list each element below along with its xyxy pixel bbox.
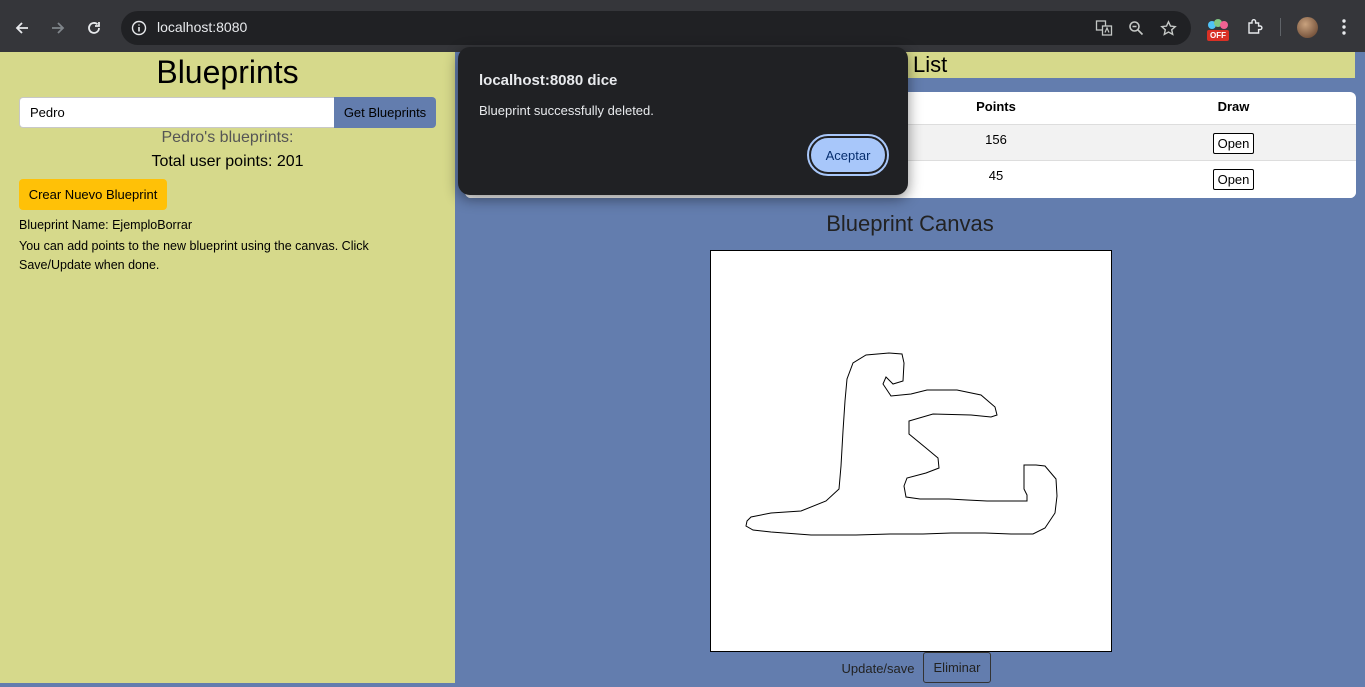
author-input[interactable] — [19, 97, 335, 128]
total-points-label: Total user points: 201 — [151, 153, 304, 170]
column-header-draw: Draw — [1217, 99, 1250, 114]
zoom-icon[interactable] — [1126, 18, 1146, 38]
browser-toolbar: localhost:8080 OFF — [0, 0, 1365, 52]
toolbar-divider — [1280, 18, 1281, 36]
translate-icon[interactable] — [1094, 18, 1114, 38]
open-blueprint-button[interactable]: Open — [1213, 169, 1254, 190]
arrow-left-icon — [15, 22, 28, 34]
kebab-menu-icon[interactable] — [1331, 14, 1357, 40]
dialog-message: Blueprint successfully deleted. — [479, 103, 654, 118]
blueprint-drawing — [745, 352, 1058, 536]
blueprint-canvas[interactable] — [710, 250, 1112, 652]
column-header-points: Points — [976, 99, 1016, 114]
blueprint-name-label: Blueprint Name: EjemploBorrar — [19, 218, 192, 232]
create-blueprint-button[interactable]: Crear Nuevo Blueprint — [19, 179, 167, 210]
blueprint-help-text: You can add points to the new blueprint … — [19, 239, 369, 272]
reload-icon — [88, 22, 100, 34]
bookmark-star-icon[interactable] — [1158, 18, 1178, 38]
back-button[interactable] — [8, 14, 36, 42]
open-blueprint-button[interactable]: Open — [1213, 133, 1254, 154]
profile-avatar[interactable] — [1297, 17, 1318, 38]
delete-blueprint-button[interactable]: Eliminar — [923, 652, 991, 683]
extension-off-icon[interactable]: OFF — [1206, 18, 1230, 42]
points-cell: 45 — [988, 168, 1004, 183]
extension-badge: OFF — [1207, 30, 1229, 41]
update-save-button[interactable]: Update/save — [836, 655, 920, 682]
site-info-icon[interactable] — [129, 18, 149, 38]
address-bar[interactable]: localhost:8080 — [121, 11, 1191, 45]
url-text[interactable]: localhost:8080 — [157, 19, 247, 35]
get-blueprints-button[interactable]: Get Blueprints — [334, 97, 436, 128]
forward-button[interactable] — [44, 14, 72, 42]
arrow-right-icon — [52, 22, 65, 34]
dialog-title: localhost:8080 dice — [479, 72, 618, 89]
alert-dialog: localhost:8080 dice Blueprint successful… — [458, 47, 908, 195]
extensions-puzzle-icon[interactable] — [1242, 14, 1268, 40]
user-blueprints-label: Pedro's blueprints: — [161, 129, 294, 146]
reload-button[interactable] — [80, 14, 108, 42]
page-title: Blueprints — [156, 54, 299, 90]
dialog-accept-button[interactable]: Aceptar — [807, 134, 889, 176]
blueprints-sidebar: Blueprints Get Blueprints Pedro's bluepr… — [0, 52, 455, 683]
points-cell: 156 — [985, 132, 1007, 147]
canvas-title: Blueprint Canvas — [826, 211, 994, 236]
